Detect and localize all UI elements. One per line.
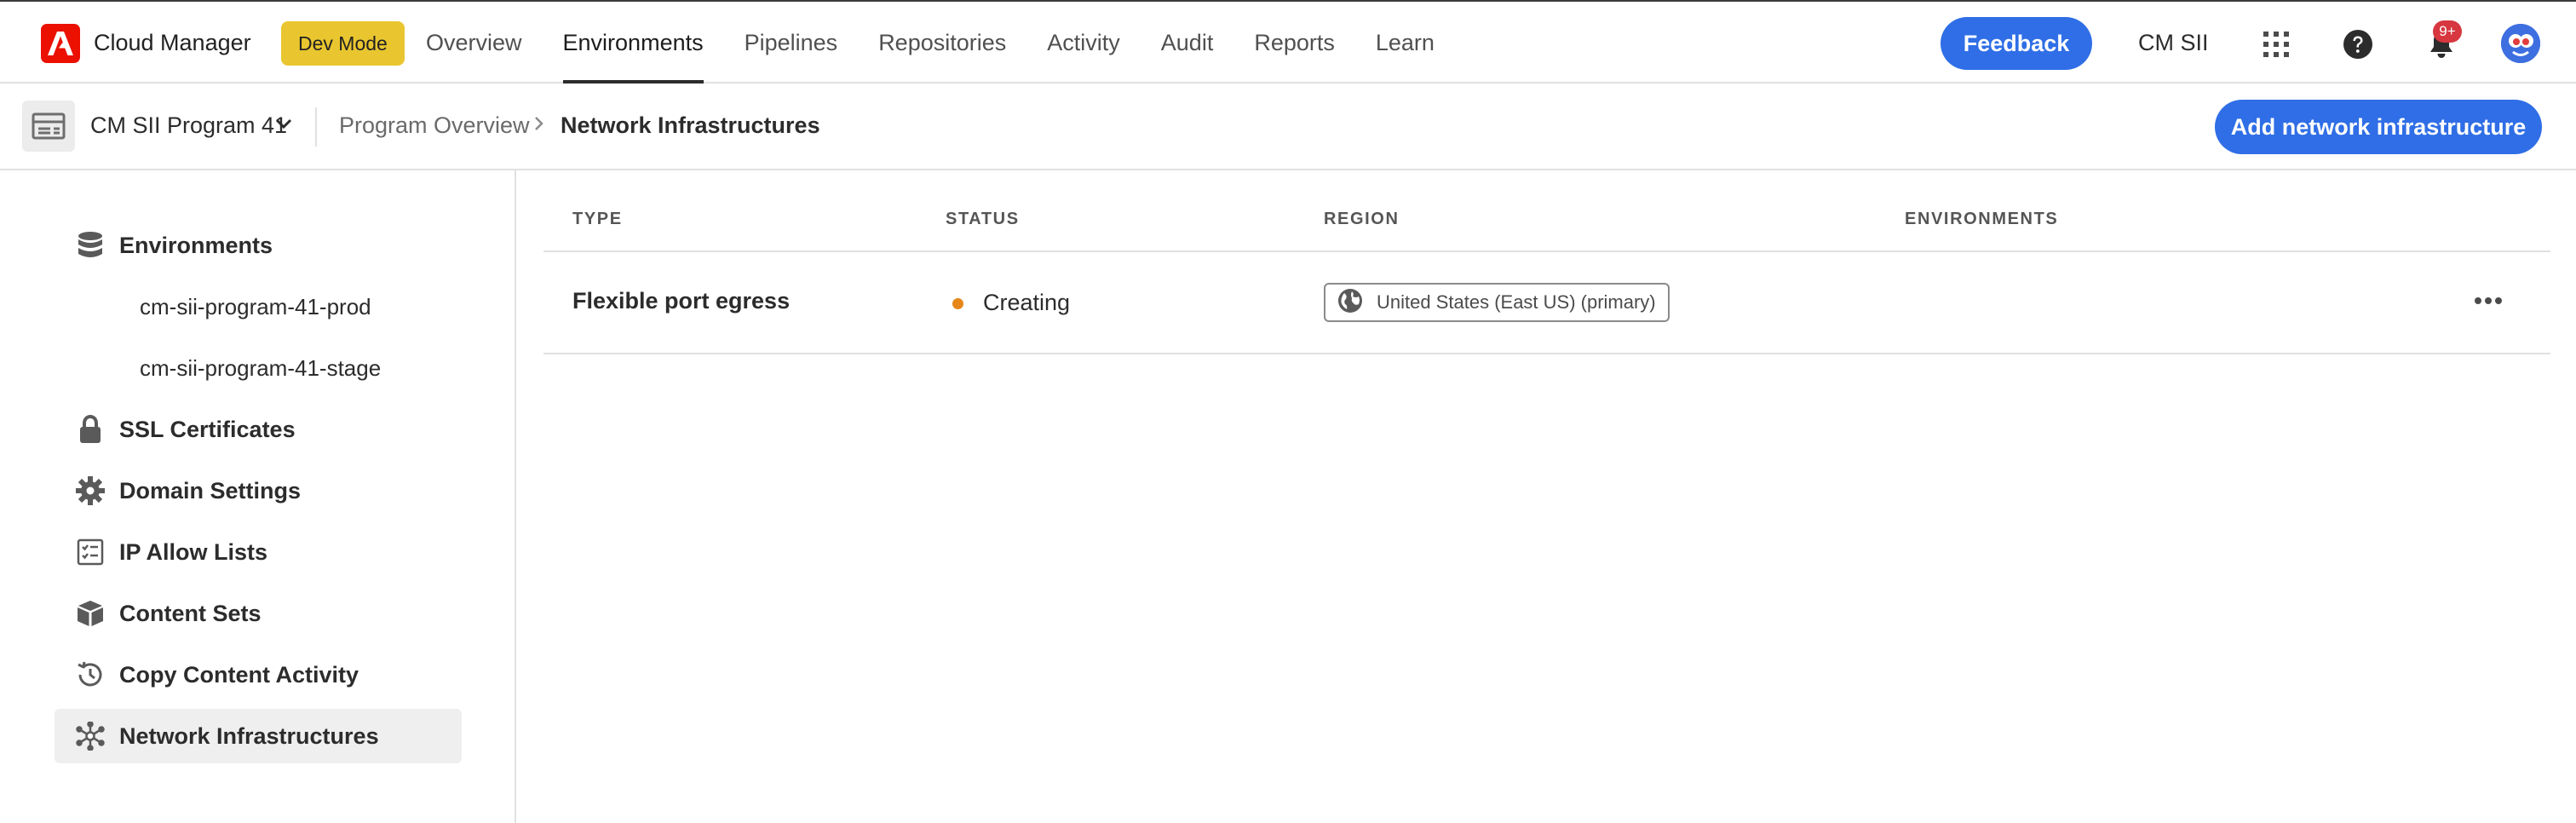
column-header-region[interactable]: REGION (1324, 210, 1400, 229)
sidebar-item-network-infrastructures[interactable]: Network Infrastructures (55, 709, 462, 763)
divider (315, 107, 317, 147)
status-indicator-dot (952, 298, 963, 309)
sidebar-item-label: Network Infrastructures (119, 722, 379, 749)
cell-region: United States (East US) (primary) (1377, 291, 1656, 313)
org-switcher[interactable]: CM SII (2138, 30, 2209, 56)
column-header-environments[interactable]: ENVIRONMENTS (1905, 210, 2058, 229)
history-icon (73, 658, 107, 692)
sidebar-item-label: Copy Content Activity (119, 661, 359, 688)
region-tag: United States (East US) (primary) (1324, 283, 1670, 322)
sidebar-environment-prod[interactable]: cm-sii-program-41-prod (140, 294, 371, 320)
sidebar-item-domain-settings[interactable]: Domain Settings (55, 463, 462, 518)
sidebar-item-label: IP Allow Lists (119, 538, 268, 565)
nav-pipelines[interactable]: Pipelines (745, 2, 838, 83)
help-icon[interactable] (2341, 27, 2375, 61)
cell-status: Creating (983, 290, 1071, 315)
nav-repositories[interactable]: Repositories (878, 2, 1006, 83)
apps-grid-icon[interactable] (2259, 27, 2293, 61)
dev-mode-badge: Dev Mode (281, 21, 405, 66)
sidebar-item-environments[interactable]: Environments (55, 218, 462, 273)
sidebar-item-label: Environments (119, 232, 273, 258)
sidebar-item-label: Content Sets (119, 600, 262, 626)
column-header-status[interactable]: STATUS (946, 210, 1020, 229)
sidebar-item-label: Domain Settings (119, 477, 302, 504)
boxes-icon (73, 596, 107, 630)
sidebar-item-ssl-certificates[interactable]: SSL Certificates (55, 402, 462, 457)
nav-activity[interactable]: Activity (1047, 2, 1120, 83)
sidebar-item-copy-content-activity[interactable]: Copy Content Activity (55, 647, 462, 702)
database-icon (73, 228, 107, 262)
feedback-button[interactable]: Feedback (1941, 17, 2092, 70)
row-divider (543, 353, 2550, 354)
notification-badge: 9+ (2433, 20, 2462, 43)
sidebar-environment-stage[interactable]: cm-sii-program-41-stage (140, 355, 381, 382)
adobe-logo-icon[interactable] (41, 24, 80, 63)
chevron-down-icon[interactable] (274, 114, 293, 137)
program-selector[interactable]: CM SII Program 41 (90, 112, 287, 139)
lock-icon (73, 412, 107, 446)
sidebar: Environments cm-sii-program-41-prod cm-s… (0, 170, 516, 823)
gear-icon (73, 474, 107, 508)
breadcrumb-current-page: Network Infrastructures (561, 112, 820, 138)
column-header-type[interactable]: TYPE (572, 210, 623, 229)
checklist-icon (73, 535, 107, 569)
globe-icon (1337, 288, 1363, 318)
network-icon (73, 719, 107, 753)
main-nav: Overview Environments Pipelines Reposito… (426, 2, 1475, 85)
sidebar-item-label: SSL Certificates (119, 416, 296, 442)
avatar[interactable] (2501, 24, 2540, 63)
breadcrumb-program-overview[interactable]: Program Overview (339, 112, 530, 139)
nav-reports[interactable]: Reports (1254, 2, 1335, 83)
nav-overview[interactable]: Overview (426, 2, 522, 83)
program-subheader: CM SII Program 41 Program Overview Netwo… (0, 83, 2576, 170)
add-network-infrastructure-button[interactable]: Add network infrastructure (2215, 100, 2542, 154)
app-title[interactable]: Cloud Manager (94, 30, 251, 56)
nav-environments[interactable]: Environments (562, 2, 704, 83)
nav-audit[interactable]: Audit (1161, 2, 1214, 83)
sidebar-item-ip-allow-lists[interactable]: IP Allow Lists (55, 525, 462, 579)
program-icon (22, 101, 75, 152)
chevron-right-icon (532, 115, 545, 136)
cell-type: Flexible port egress (572, 288, 791, 314)
sidebar-item-content-sets[interactable]: Content Sets (55, 586, 462, 641)
more-actions-icon[interactable] (2469, 288, 2508, 314)
top-navigation-bar: Cloud Manager Dev Mode Overview Environm… (0, 0, 2576, 83)
header-divider (543, 250, 2550, 252)
nav-learn[interactable]: Learn (1376, 2, 1435, 83)
